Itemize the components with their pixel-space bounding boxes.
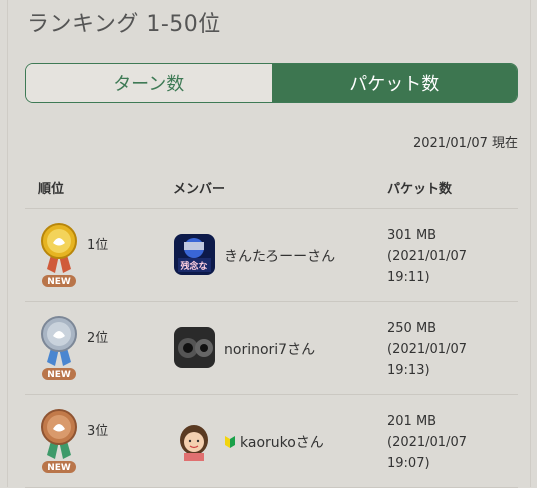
packet-info: 201 MB (2021/01/07 19:07) [387, 414, 467, 471]
gold-medal-icon: NEW [39, 221, 79, 287]
tab-turns[interactable]: ターン数 [26, 64, 272, 102]
new-badge: NEW [47, 370, 71, 380]
packet-info: 301 MB (2021/01/07 19:11) [387, 228, 467, 285]
member-name[interactable]: norinori7さん [224, 339, 315, 359]
silver-medal-icon: NEW [39, 314, 79, 380]
header-rank: 順位 [38, 182, 65, 197]
beginner-mark-icon [225, 436, 235, 448]
header-member: メンバー [173, 182, 226, 197]
page-title: ランキング 1-50位 [27, 12, 221, 37]
new-badge: NEW [47, 463, 71, 473]
table-header: 順位 メンバー パケット数 [25, 162, 518, 209]
table-row: NEW 3位 kaorukoさん 201 MB (2021/01/07 19:0… [25, 395, 518, 488]
packet-info: 250 MB (2021/01/07 19:13) [387, 321, 467, 378]
bronze-medal-icon: NEW [39, 407, 79, 473]
table-row: NEW 2位 norinori7さん 250 MB (2021/01/07 19… [25, 302, 518, 395]
avatar[interactable] [174, 327, 215, 368]
tab-packets[interactable]: パケット数 [271, 64, 517, 102]
avatar[interactable] [174, 420, 215, 461]
right-divider [530, 0, 531, 487]
member-name[interactable]: きんたろーーさん [224, 246, 335, 266]
svg-text:残念な: 残念な [180, 260, 207, 272]
as-of-date: 2021/01/07 現在 [412, 136, 518, 151]
table-row: NEW 1位 残念な きんたろーーさん 301 MB (2021/01/07 1… [25, 209, 518, 302]
rank-label: 3位 [87, 424, 109, 439]
rank-label: 2位 [87, 331, 109, 346]
header-packets: パケット数 [387, 182, 453, 197]
left-divider [7, 0, 8, 487]
avatar[interactable]: 残念な [174, 234, 215, 275]
new-badge: NEW [47, 277, 71, 287]
member-name[interactable]: kaorukoさん [224, 432, 324, 452]
ranking-tabs: ターン数 パケット数 [25, 63, 518, 103]
rank-label: 1位 [87, 238, 109, 253]
ranking-table: 順位 メンバー パケット数 NEW 1位 残念な きんたろーーさん 301 MB… [25, 162, 518, 488]
